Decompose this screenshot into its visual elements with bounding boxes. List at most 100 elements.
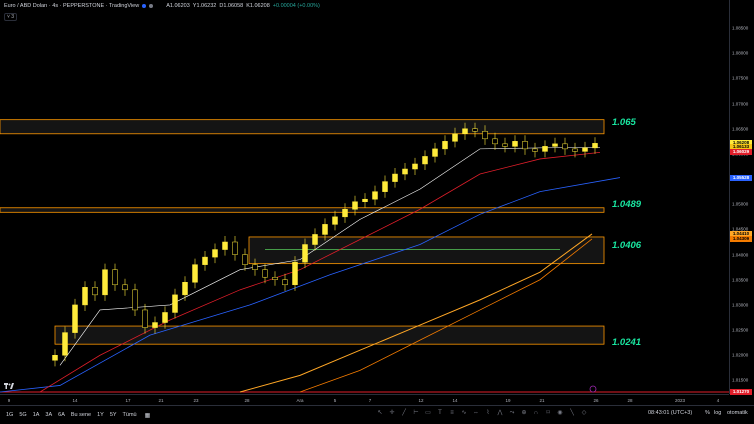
candle-body [182, 282, 188, 296]
path-icon[interactable]: ⌇ [484, 409, 492, 417]
fib-icon[interactable]: ≡ [448, 409, 456, 417]
candle-body [212, 249, 218, 258]
timeframe-button[interactable]: 5Y [110, 412, 117, 418]
timeframe-button[interactable]: 1A [33, 412, 40, 418]
candle-body [142, 309, 148, 328]
timeframe-button[interactable]: 3A [45, 412, 52, 418]
candle-body [432, 148, 438, 157]
price-tick: 1.06500 [732, 126, 749, 132]
time-tick: Ara [296, 398, 304, 403]
price-badge: 1.06029 [730, 149, 752, 156]
time-tick: 14 [72, 398, 78, 403]
candle-body [282, 279, 288, 286]
ohlc-open: A1.06203 [166, 3, 190, 9]
candle-body [522, 141, 528, 150]
cursor-icon[interactable]: ↖ [376, 409, 384, 417]
symbol-legend[interactable]: Euro / ABD Doları · 4s · PEPPERSTONE · T… [4, 3, 320, 9]
price-tick: 1.02000 [732, 352, 749, 358]
price-badge: 1.01270 [730, 389, 752, 395]
time-tick: 9 [7, 398, 11, 403]
symbol-title[interactable]: Euro / ABD Doları · 4s · PEPPERSTONE · T… [4, 3, 139, 9]
eye-icon[interactable]: ◉ [556, 409, 564, 417]
timeframe-button[interactable]: Tümü [123, 412, 137, 418]
time-tick: 4 [716, 398, 720, 403]
time-tick: 17 [125, 398, 131, 403]
candle-body [372, 191, 378, 200]
candle-body [152, 322, 158, 328]
timeframe-button[interactable]: 1G [6, 412, 13, 418]
candle-body [422, 156, 428, 165]
measure-icon[interactable]: ⇔ [472, 409, 480, 417]
candle-body [342, 209, 348, 218]
log-toggle[interactable]: log [714, 410, 721, 416]
ruler-icon[interactable]: ╲ [568, 409, 576, 417]
candle-body [292, 261, 298, 286]
candle-body [492, 138, 498, 145]
event-marker-icon [589, 385, 597, 393]
price-axis[interactable] [729, 0, 754, 394]
timeframe-button[interactable]: 1Y [97, 412, 104, 418]
ohlc-close: K1.06208 [246, 3, 270, 9]
price-tick: 1.07500 [732, 75, 749, 81]
timeframe-button[interactable]: 5G [19, 412, 26, 418]
candle-body [462, 128, 468, 135]
candle-body [512, 141, 518, 147]
data-status-icon [149, 4, 154, 8]
candle-body [82, 287, 88, 306]
pattern-icon[interactable]: ⋀ [496, 409, 504, 417]
candle-body [132, 289, 138, 311]
time-tick: 28 [244, 398, 250, 403]
price-tick: 1.08000 [732, 50, 749, 56]
timeframe-button[interactable]: 6A [58, 412, 65, 418]
zone-label-10406: 1.0406 [612, 240, 642, 251]
clock-timezone[interactable]: 08:43:01 (UTC+3) [648, 410, 692, 416]
candle-body [552, 143, 558, 147]
candle-body [452, 133, 458, 142]
zone-label-1065: 1.065 [612, 117, 636, 128]
candle-body [102, 269, 108, 296]
rectangle-icon[interactable]: ▭ [424, 409, 432, 417]
text-tool-icon[interactable]: T [436, 409, 444, 417]
candle-body [502, 143, 508, 147]
auto-scale-toggle[interactable]: otomatik [727, 410, 748, 416]
price-badge: 1.04309 [730, 236, 752, 243]
time-tick: 28 [627, 398, 633, 403]
candle-body [572, 148, 578, 152]
date-range-icon[interactable]: ▦ [145, 412, 151, 419]
candle-body [112, 269, 118, 286]
time-tick: 21 [539, 398, 545, 403]
trendline-icon[interactable]: ╱ [400, 409, 408, 417]
tradingview-logo-icon[interactable] [4, 382, 14, 390]
timeframe-button[interactable]: Bu sene [71, 412, 91, 418]
crosshair-icon[interactable]: ✛ [388, 409, 396, 417]
candle-body [232, 241, 238, 255]
candle-body [122, 284, 128, 291]
price-tick: 1.03500 [732, 277, 749, 283]
lock-icon[interactable]: ⌑ [544, 409, 552, 417]
zoom-icon[interactable]: ⊕ [520, 409, 528, 417]
price-badge: 1.05528 [730, 174, 752, 181]
forecast-icon[interactable]: ⤳ [508, 409, 516, 417]
candle-body [592, 143, 598, 149]
price-tick: 1.01500 [732, 377, 749, 383]
horizontal-ray-icon[interactable]: ⊢ [412, 409, 420, 417]
candle-body [482, 131, 488, 140]
time-tick: 14 [452, 398, 458, 403]
candle-body [562, 143, 568, 150]
brush-icon[interactable]: ∿ [460, 409, 468, 417]
ohlc-change: +0.00004 (+0.00%) [272, 3, 320, 9]
indicators-toggle-button[interactable]: ˅ 3 [4, 13, 17, 21]
candle-body [472, 128, 478, 132]
zone-label-10241: 1.0241 [612, 337, 642, 348]
price-tick: 1.02500 [732, 327, 749, 333]
magnet-icon[interactable]: ∩ [532, 409, 540, 417]
ohlc-high: Y1.06232 [192, 3, 217, 9]
percent-toggle[interactable]: % [705, 410, 710, 416]
candle-body [62, 332, 68, 356]
alert-icon[interactable]: ◇ [580, 409, 588, 417]
price-tick: 1.08500 [732, 25, 749, 31]
time-tick: 2023 [674, 398, 686, 403]
time-tick: 23 [193, 398, 199, 403]
candle-body [302, 244, 308, 263]
candle-body [542, 146, 548, 152]
